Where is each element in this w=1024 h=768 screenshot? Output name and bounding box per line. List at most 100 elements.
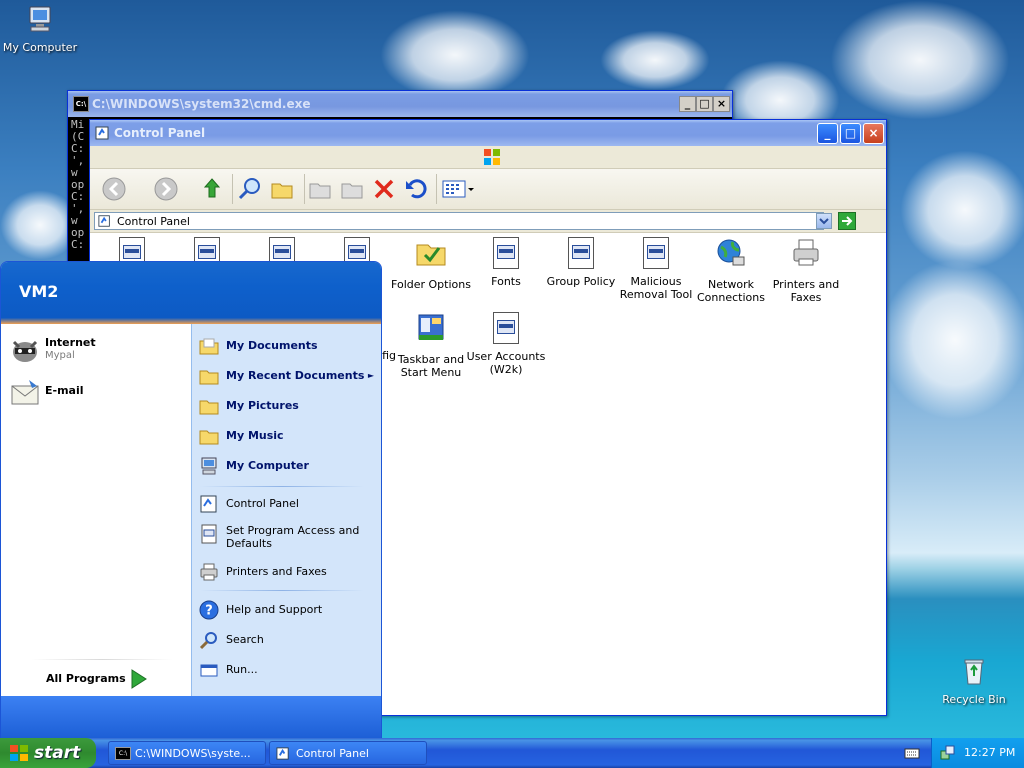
email-icon: [11, 380, 39, 405]
start-run[interactable]: Run...: [192, 656, 381, 684]
start-my-recent-documents[interactable]: My Recent Documents ►: [192, 362, 381, 390]
pinned-internet[interactable]: Internet Mypal: [1, 332, 191, 368]
maximize-button[interactable]: □: [696, 96, 713, 112]
start-help-and-support[interactable]: ? Help and Support: [192, 596, 381, 624]
window-title: C:\WINDOWS\system32\cmd.exe: [92, 97, 311, 111]
minimize-button[interactable]: _: [679, 96, 696, 112]
applet-label: Folder Options: [391, 278, 471, 291]
start-item-label: Help and Support: [226, 603, 323, 616]
start-search[interactable]: Search: [192, 626, 381, 654]
applet-label: Fonts: [491, 275, 521, 288]
pinned-label: Internet: [45, 336, 96, 349]
copy-to-icon[interactable]: [338, 175, 366, 203]
clock[interactable]: 12:27 PM: [964, 738, 1015, 768]
start-item-label: Control Panel: [226, 497, 299, 510]
user-name: VM2: [19, 282, 59, 301]
search-icon[interactable]: [236, 175, 264, 203]
network-tray-icon[interactable]: [940, 745, 956, 761]
control-panel-icon: [276, 747, 289, 760]
start-item-label: Search: [226, 633, 264, 646]
applet-taskbar-and-start-menu[interactable]: Taskbar and Start Menu: [391, 312, 471, 379]
folders-icon[interactable]: [268, 175, 296, 203]
start-item-label: My Recent Documents: [226, 369, 365, 382]
up-folder-icon[interactable]: [198, 175, 226, 203]
applet-fonts[interactable]: Fonts: [466, 237, 546, 288]
forward-icon[interactable]: [152, 175, 180, 203]
desktop-icon-label: My Computer: [2, 41, 78, 54]
desktop-icon-recycle-bin[interactable]: Recycle Bin: [934, 656, 1014, 706]
menu-bar: [90, 146, 886, 169]
minimize-button[interactable]: _: [817, 123, 838, 144]
menu-separator: [200, 486, 364, 487]
applet-folder-options[interactable]: Folder Options: [391, 237, 471, 291]
printer-icon: [793, 239, 819, 266]
all-programs-button[interactable]: All Programs: [1, 666, 191, 692]
task-cmd[interactable]: C:\ C:\WINDOWS\syste...: [108, 741, 266, 765]
undo-icon[interactable]: [402, 175, 430, 203]
folder-options-icon: [416, 244, 446, 266]
help-icon: ?: [199, 600, 219, 620]
applet-group-policy[interactable]: Group Policy: [541, 237, 621, 288]
chevron-down-icon: [819, 218, 829, 225]
windows-logo-icon: [484, 149, 500, 165]
console-line: C:: [71, 238, 85, 251]
delete-icon[interactable]: [370, 175, 398, 203]
start-item-label: My Pictures: [226, 399, 299, 412]
applet-malicious-removal-tool[interactable]: Malicious Removal Tool: [616, 237, 696, 301]
start-my-computer[interactable]: My Computer: [192, 452, 381, 480]
move-to-icon[interactable]: [306, 175, 334, 203]
applet-printers-and-faxes[interactable]: Printers and Faxes: [766, 237, 846, 304]
applet-label: Malicious Removal Tool: [619, 275, 693, 301]
search-icon: [199, 632, 217, 650]
window-title: Control Panel: [114, 126, 206, 140]
submenu-arrow-icon: ►: [367, 371, 374, 380]
start-set-program-access[interactable]: Set Program Access and Defaults: [192, 520, 381, 556]
address-dropdown-button[interactable]: [816, 213, 832, 229]
start-my-documents[interactable]: My Documents: [192, 332, 381, 360]
all-programs-label: All Programs: [46, 672, 126, 685]
close-button[interactable]: ×: [713, 96, 730, 112]
start-item-label: My Documents: [226, 339, 318, 352]
keyboard-icon[interactable]: [904, 746, 920, 760]
start-my-music[interactable]: My Music: [192, 422, 381, 450]
task-control-panel[interactable]: Control Panel: [269, 741, 427, 765]
taskbar-icon: [418, 314, 444, 340]
views-icon[interactable]: [440, 175, 476, 203]
go-button[interactable]: [838, 212, 856, 230]
task-label: Control Panel: [296, 747, 369, 760]
raccoon-browser-icon: [12, 340, 38, 362]
start-my-pictures[interactable]: My Pictures: [192, 392, 381, 420]
address-input[interactable]: Control Panel: [94, 212, 824, 230]
toolbar-separator: [304, 174, 305, 204]
start-menu-left-pane: Internet Mypal E-mail All Programs: [1, 324, 191, 696]
applet-user-accounts[interactable]: User Accounts (W2k): [466, 312, 546, 376]
start-printers-and-faxes[interactable]: Printers and Faxes: [192, 558, 381, 586]
maximize-button[interactable]: □: [840, 123, 861, 144]
address-bar: Control Panel: [90, 210, 886, 233]
desktop-icon-my-computer[interactable]: My Computer: [0, 4, 80, 54]
start-menu-header: VM2: [1, 262, 381, 324]
play-arrow-icon: [131, 669, 147, 689]
close-button[interactable]: ×: [863, 123, 884, 144]
start-control-panel[interactable]: Control Panel: [192, 490, 381, 518]
start-button[interactable]: start: [0, 738, 96, 768]
start-item-label: Run...: [226, 663, 258, 676]
run-icon: [200, 664, 218, 677]
toolbar-separator: [436, 174, 437, 204]
control-panel-icon: [98, 215, 110, 227]
svg-text:?: ?: [205, 604, 213, 619]
toolbar-separator: [232, 174, 233, 204]
applet-network-connections[interactable]: Network Connections: [691, 237, 771, 304]
standard-toolbar: [90, 169, 886, 210]
control-panel-icon: [200, 495, 217, 513]
back-icon[interactable]: [100, 175, 128, 203]
applet-label: Printers and Faxes: [772, 278, 840, 304]
cmd-console-text: Mi (C C: ', w op C: ', w op C:: [71, 119, 91, 251]
applet-label: Group Policy: [546, 275, 616, 288]
cmd-titlebar[interactable]: C:\ C:\WINDOWS\system32\cmd.exe _ □ ×: [68, 91, 732, 117]
control-panel-titlebar[interactable]: Control Panel _ □ ×: [90, 120, 886, 146]
pinned-email[interactable]: E-mail: [1, 374, 191, 410]
menu-separator: [200, 590, 364, 591]
applet-icon: [201, 524, 217, 544]
system-tray: 12:27 PM: [931, 738, 1024, 768]
